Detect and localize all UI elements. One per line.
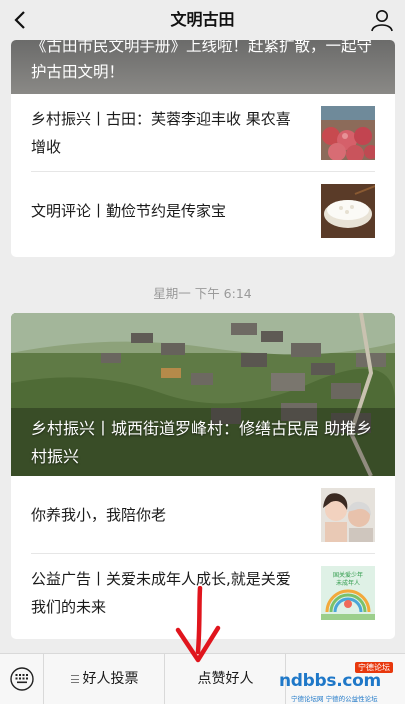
- cover-article[interactable]: 《古田市民文明手册》上线啦！赶紧扩散，一起守护古田文明！: [11, 40, 395, 94]
- poster-thumbnail: 国关爱少年 未成年人: [321, 566, 375, 620]
- watermark-subtitle: 宁德论坛网 宁德的公益性论坛: [291, 695, 378, 703]
- keyboard-toggle[interactable]: [0, 654, 44, 704]
- cover-article-title: 《古田市民文明手册》上线啦！赶紧扩散，一起守护古田文明！: [31, 40, 383, 85]
- page-title: 文明古田: [170, 10, 235, 29]
- article-title: 文明评论丨勤俭节约是传家宝: [31, 202, 227, 220]
- menu-label: 点赞好人: [197, 671, 254, 687]
- plums-thumbnail: [321, 106, 375, 160]
- watermark-logo: 宁德论坛 ndbbs.com 宁德论坛网 宁德的公益性论坛: [279, 660, 401, 703]
- list-item[interactable]: 乡村振兴丨古田：芙蓉李迎丰收 果农喜增收: [11, 94, 395, 172]
- list-item[interactable]: 文明评论丨勤俭节约是传家宝: [11, 172, 395, 250]
- rice-bowl-thumbnail: [321, 184, 375, 238]
- poster-text: 国关爱少年: [333, 571, 363, 579]
- nav-bar: 文明古田: [0, 0, 405, 40]
- annotation-arrow-icon: [175, 586, 221, 663]
- watermark-brand: ndbbs.com: [279, 671, 381, 691]
- submenu-icon: [70, 675, 79, 683]
- article-title: 公益广告丨关爱未成年人成长,就是关爱我们的未来: [31, 570, 291, 616]
- elderly-portrait-thumbnail: [321, 488, 375, 542]
- list-item[interactable]: 你养我小，我陪你老: [11, 476, 395, 554]
- article-title: 乡村振兴丨古田：芙蓉李迎丰收 果农喜增收: [31, 110, 291, 156]
- menu-label: 好人投票: [82, 671, 139, 687]
- article-card: 《古田市民文明手册》上线啦！赶紧扩散，一起守护古田文明！ 乡村振兴丨古田：芙蓉李…: [11, 40, 395, 257]
- menu-vote[interactable]: 好人投票: [45, 654, 165, 704]
- cover-article[interactable]: 乡村振兴丨城西街道罗峰村：修缮古民居 助推乡村振兴: [11, 313, 395, 476]
- article-title: 你养我小，我陪你老: [31, 506, 167, 524]
- person-icon[interactable]: [369, 7, 395, 33]
- timestamp: 星期一 下午 6:14: [153, 286, 252, 301]
- keyboard-icon: [10, 667, 34, 691]
- cover-title-text: 《古田市民文明手册》上线啦！赶紧扩散，一起守护古田文明！: [31, 40, 373, 81]
- cover-article-title: 乡村振兴丨城西街道罗峰村：修缮古民居 助推乡村振兴: [31, 419, 373, 466]
- poster-text: 未成年人: [336, 579, 360, 587]
